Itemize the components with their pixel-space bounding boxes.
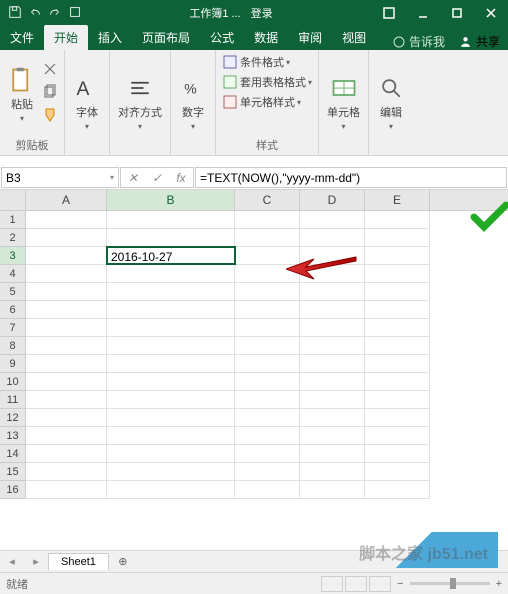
annotation-arrow-icon [286, 249, 366, 290]
zoom-in-button[interactable]: + [496, 578, 502, 590]
cancel-icon[interactable]: ✕ [121, 171, 145, 185]
row-header[interactable]: 8 [0, 337, 26, 355]
cells-area[interactable]: document.write(Array.from({length:16},()… [26, 211, 508, 499]
row-header[interactable]: 14 [0, 445, 26, 463]
spreadsheet-grid: A B C D E 1 2 3 4 5 6 7 8 9 10 11 12 13 … [0, 190, 508, 499]
col-header-A[interactable]: A [26, 190, 107, 210]
group-number: %数字▾ [171, 50, 216, 155]
tab-file[interactable]: 文件 [0, 25, 44, 50]
zoom-out-button[interactable]: − [397, 578, 403, 590]
group-alignment: 对齐方式▾ [110, 50, 171, 155]
tab-view[interactable]: 视图 [332, 25, 376, 50]
zoom-slider[interactable] [410, 582, 490, 585]
ribbon: 粘贴▾ 剪贴板 A字体▾ 对齐方式▾ %数字▾ 条件格式▾ 套用表格格式▾ 单元… [0, 50, 508, 156]
copy-icon[interactable] [42, 84, 58, 105]
qat-dropdown-icon[interactable] [68, 5, 82, 22]
tab-data[interactable]: 数据 [244, 25, 288, 50]
quick-access-toolbar [0, 5, 90, 22]
fx-icon[interactable]: fx [169, 171, 193, 185]
cut-icon[interactable] [42, 61, 58, 82]
status-ready: 就绪 [6, 576, 28, 592]
login-label[interactable]: 登录 [251, 5, 273, 21]
annotation-check-icon [470, 201, 508, 240]
ribbon-tabs: 文件 开始 插入 页面布局 公式 数据 审阅 视图 告诉我 共享 [0, 26, 508, 50]
table-format-button[interactable]: 套用表格格式▾ [222, 74, 312, 90]
row-header[interactable]: 10 [0, 373, 26, 391]
group-editing: 编辑▾ [369, 50, 413, 155]
editing-button[interactable]: 编辑▾ [375, 72, 407, 133]
share-button[interactable]: 共享 [451, 33, 508, 50]
view-break-button[interactable] [369, 576, 391, 592]
sheet-nav-next[interactable]: ▸ [24, 555, 48, 568]
row-header[interactable]: 5 [0, 283, 26, 301]
number-button[interactable]: %数字▾ [177, 72, 209, 133]
tab-layout[interactable]: 页面布局 [132, 25, 200, 50]
save-icon[interactable] [8, 5, 22, 22]
cells-button[interactable]: 单元格▾ [325, 72, 362, 133]
sheet-tab[interactable]: Sheet1 [48, 553, 109, 570]
col-header-C[interactable]: C [235, 190, 300, 210]
row-header[interactable]: 1 [0, 211, 26, 229]
cell-style-button[interactable]: 单元格样式▾ [222, 94, 301, 110]
ribbon-options-button[interactable] [372, 0, 406, 26]
row-header[interactable]: 9 [0, 355, 26, 373]
view-page-button[interactable] [345, 576, 367, 592]
add-sheet-button[interactable]: ⊕ [109, 555, 137, 568]
format-painter-icon[interactable] [42, 107, 58, 128]
tab-formulas[interactable]: 公式 [200, 25, 244, 50]
row-header[interactable]: 13 [0, 427, 26, 445]
maximize-button[interactable] [440, 0, 474, 26]
tab-review[interactable]: 审阅 [288, 25, 332, 50]
paste-button[interactable]: 粘贴▾ [6, 64, 38, 125]
group-font: A字体▾ [65, 50, 110, 155]
conditional-format-button[interactable]: 条件格式▾ [222, 54, 290, 70]
row-header[interactable]: 3 [0, 247, 26, 265]
align-button[interactable]: 对齐方式▾ [116, 72, 164, 133]
minimize-button[interactable] [406, 0, 440, 26]
name-box[interactable]: B3▾ [1, 167, 119, 188]
sheet-nav-prev[interactable]: ◂ [0, 555, 24, 568]
formula-input[interactable]: =TEXT(NOW(),"yyyy-mm-dd") [195, 167, 507, 188]
undo-icon[interactable] [28, 5, 42, 22]
select-all-corner[interactable] [0, 190, 26, 210]
enter-icon[interactable]: ✓ [145, 171, 169, 185]
group-clipboard: 粘贴▾ 剪贴板 [0, 50, 65, 155]
row-header[interactable]: 11 [0, 391, 26, 409]
formula-bar: B3▾ ✕✓fx =TEXT(NOW(),"yyyy-mm-dd") [0, 166, 508, 190]
tell-me-box[interactable]: 告诉我 [387, 33, 451, 50]
svg-text:A: A [77, 79, 90, 100]
col-header-E[interactable]: E [365, 190, 430, 210]
doc-title: 工作簿1 ... [189, 5, 240, 21]
watermark: 脚本之家 jb51.net [329, 532, 498, 568]
view-normal-button[interactable] [321, 576, 343, 592]
row-header[interactable]: 7 [0, 319, 26, 337]
title-bar: 工作簿1 ... 登录 [0, 0, 508, 26]
row-header[interactable]: 4 [0, 265, 26, 283]
row-header[interactable]: 15 [0, 463, 26, 481]
font-button[interactable]: A字体▾ [71, 72, 103, 133]
row-header[interactable]: 6 [0, 301, 26, 319]
row-header[interactable]: 16 [0, 481, 26, 499]
tab-home[interactable]: 开始 [44, 25, 88, 50]
svg-text:%: % [184, 80, 196, 96]
row-header[interactable]: 12 [0, 409, 26, 427]
col-header-D[interactable]: D [300, 190, 365, 210]
tab-insert[interactable]: 插入 [88, 25, 132, 50]
group-cells: 单元格▾ [319, 50, 369, 155]
status-bar: 就绪 − + [0, 572, 508, 594]
group-styles: 条件格式▾ 套用表格格式▾ 单元格样式▾ 样式 [216, 50, 319, 155]
close-button[interactable] [474, 0, 508, 26]
row-header[interactable]: 2 [0, 229, 26, 247]
redo-icon[interactable] [48, 5, 62, 22]
col-header-B[interactable]: B [107, 190, 235, 210]
